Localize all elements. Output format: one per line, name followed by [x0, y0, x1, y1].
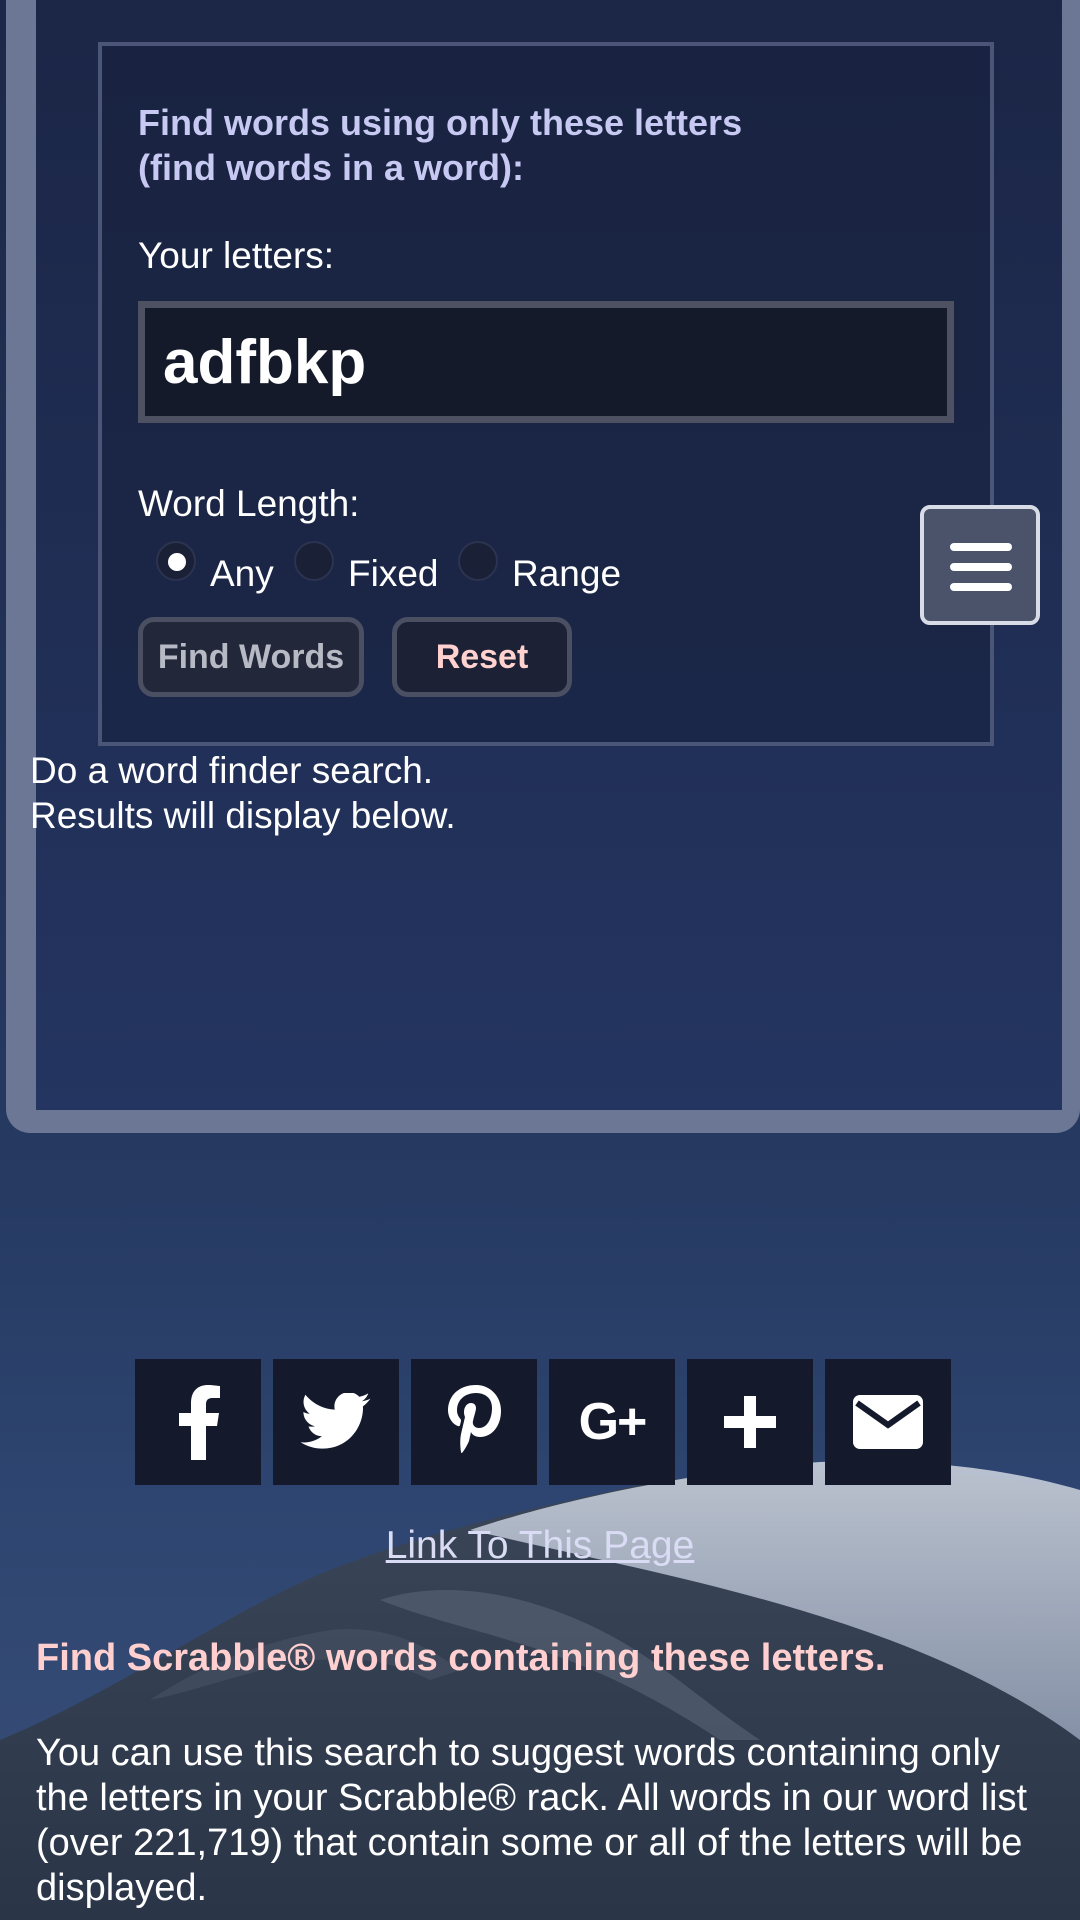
twitter-icon [301, 1393, 371, 1449]
share-pinterest-button[interactable] [411, 1359, 537, 1485]
radio-any-label: Any [210, 553, 274, 594]
google-plus-icon: G+ [578, 1393, 648, 1451]
radio-range[interactable] [458, 541, 498, 581]
email-icon [853, 1395, 923, 1449]
letters-input[interactable] [138, 301, 954, 423]
share-google-plus-button[interactable]: G+ [549, 1359, 675, 1485]
plus-icon [724, 1396, 776, 1448]
find-words-button[interactable]: Find Words [138, 617, 364, 697]
letters-label: Your letters: [138, 235, 335, 276]
share-twitter-button[interactable] [273, 1359, 399, 1485]
facebook-icon [179, 1385, 220, 1460]
share-more-button[interactable] [687, 1359, 813, 1485]
link-to-this-page[interactable]: Link To This Page [0, 1524, 1080, 1568]
share-facebook-button[interactable] [135, 1359, 261, 1485]
word-length-label: Word Length: [138, 483, 360, 524]
radio-fixed[interactable] [294, 541, 334, 581]
pinterest-icon [448, 1385, 501, 1453]
promo-heading: Find Scrabble® words containing these le… [36, 1637, 886, 1679]
form-heading: Find words using only these letters (fin… [138, 100, 858, 190]
form-heading-line2: (find words in a word): [138, 147, 524, 188]
menu-button[interactable] [920, 505, 1040, 625]
share-email-button[interactable] [825, 1359, 951, 1485]
reset-button[interactable]: Reset [392, 617, 572, 697]
form-heading-line1: Find words using only these letters [138, 102, 743, 143]
status-line2: Results will display below. [30, 795, 456, 836]
promo-text: You can use this search to suggest words… [36, 1732, 1028, 1909]
search-status: Do a word finder search. Results will di… [30, 748, 456, 838]
status-line1: Do a word finder search. [30, 750, 434, 791]
radio-fixed-label: Fixed [348, 553, 439, 594]
radio-any[interactable] [156, 541, 196, 581]
radio-range-label: Range [512, 553, 622, 594]
